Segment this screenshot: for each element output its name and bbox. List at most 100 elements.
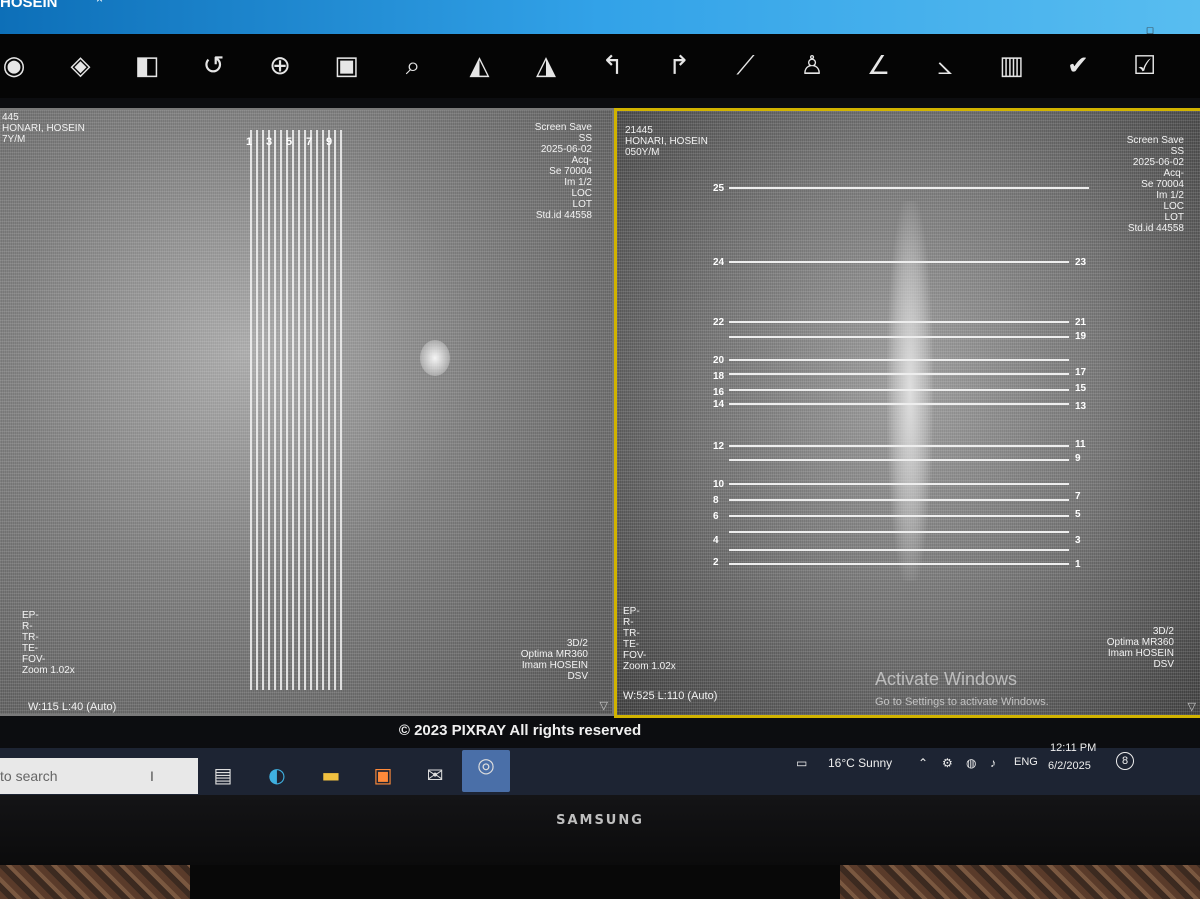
left-viewport[interactable]: 13579 445 HONARI, HOSEIN 7Y/M Screen Save S… <box>0 108 614 716</box>
layers-icon[interactable]: ◈ <box>61 46 101 86</box>
slice-number: 13 <box>1075 401 1087 412</box>
overlay-line: R- <box>22 621 33 632</box>
overlay-line: TR- <box>623 628 640 639</box>
slice-line <box>729 261 1069 263</box>
overlay-line: LOC <box>571 188 592 199</box>
cobb-angle-icon[interactable]: ⦣ <box>925 46 965 86</box>
slice-line <box>256 130 258 690</box>
slice-line <box>729 336 1069 338</box>
task-view-icon[interactable]: ▤ <box>208 760 238 790</box>
notification-badge[interactable]: 8 <box>1116 752 1134 770</box>
overlay-line: Std.id 44558 <box>535 210 592 221</box>
slice-number: 7 <box>1075 491 1081 502</box>
overlay-line: 7Y/M <box>2 134 26 145</box>
scroll-down-icon[interactable]: ▽ <box>600 699 608 712</box>
weather-icon[interactable]: ▭ <box>796 756 807 770</box>
overlay-line: Im 1/2 <box>1156 190 1184 201</box>
monitor-screen: HOSEIN × ☐ ◉◈◧↺⊕▣⌕◭◮↰↱⟋♙∠⦣▥✔☑ 13579 445H… <box>0 0 1200 800</box>
slice-number: 12 <box>713 441 725 452</box>
overlay-line: Se 70004 <box>549 166 592 177</box>
slice-line <box>310 130 312 690</box>
rotate-left-icon[interactable]: ↰ <box>593 46 633 86</box>
overlay-line: 445 <box>2 112 19 123</box>
flip-horizontal-icon[interactable]: ◭ <box>460 46 500 86</box>
slice-line <box>292 130 294 690</box>
rotate-icon[interactable]: ↺ <box>194 46 234 86</box>
fit-icon[interactable]: ▣ <box>327 46 367 86</box>
scroll-down-icon[interactable]: ▽ <box>1188 700 1196 713</box>
overlay-line: Screen Save <box>534 122 592 133</box>
flip-vertical-icon[interactable]: ◮ <box>526 46 566 86</box>
clock-date[interactable]: 6/2/2025 <box>1048 760 1091 772</box>
ruler-icon[interactable]: ⟋ <box>726 46 766 86</box>
slice-line <box>729 321 1069 323</box>
overlay-line: Optima MR360 <box>520 649 588 660</box>
overlay-line: TE- <box>623 639 640 650</box>
overlay-line: Acq- <box>571 155 592 166</box>
weather-text[interactable]: 16°C Sunny <box>828 756 892 770</box>
slice-number: 7 <box>306 136 313 148</box>
tray-chevron-icon[interactable]: ⌃ <box>918 756 928 770</box>
slice-number: 3 <box>266 136 273 148</box>
slice-number: 9 <box>326 136 333 148</box>
pixray-app-icon[interactable]: ◎ <box>462 750 510 792</box>
overlay-line: 3D/2 <box>1152 626 1174 637</box>
overlay-line: Im 1/2 <box>564 177 592 188</box>
rotate-right-icon[interactable]: ↱ <box>659 46 699 86</box>
angle-icon[interactable]: ∠ <box>859 46 899 86</box>
file-explorer-icon[interactable]: ▬ <box>316 760 346 790</box>
clock-time[interactable]: 12:11 PM <box>1050 742 1096 754</box>
edge-browser-icon[interactable]: ◐ <box>262 760 292 790</box>
magnify-icon[interactable]: ⌕ <box>393 46 433 86</box>
slice-number: 22 <box>713 317 725 328</box>
tray-apps-icon[interactable]: ⚙ <box>942 756 953 770</box>
spine-image <box>887 201 933 581</box>
slice-line <box>298 130 300 690</box>
slice-number: 9 <box>1075 453 1081 464</box>
slice-line <box>729 459 1069 461</box>
slice-line <box>729 187 1089 189</box>
overlay-line: SS <box>578 133 592 144</box>
right-study-info: Screen Save SS 2025-06-02 Acq- Se 70004 Im 1/… <box>1127 135 1184 234</box>
overlay-line: FOV- <box>22 654 46 665</box>
overlay-line: TE- <box>22 643 39 654</box>
volume-icon[interactable]: ♪ <box>990 756 996 770</box>
close-tab-icon[interactable]: × <box>96 0 103 6</box>
checkbox-icon[interactable]: ☑ <box>1125 46 1165 86</box>
overlay-line: Imam HOSEIN <box>521 660 588 671</box>
overlay-line: LOT <box>1164 212 1184 223</box>
slice-number: 11 <box>1075 439 1086 450</box>
slice-line <box>729 483 1069 485</box>
overlay-line: LOT <box>572 199 592 210</box>
slice-line <box>250 130 252 690</box>
language-indicator[interactable]: ENG <box>1014 756 1038 768</box>
activation-watermark-subtitle: Go to Settings to activate Windows. <box>875 696 1049 708</box>
store-icon[interactable]: ▣ <box>368 760 398 790</box>
left-device-info: 3D/2 Optima MR360 Imam HOSEIN DSV <box>521 638 588 682</box>
check-circle-icon[interactable]: ✔ <box>1058 46 1098 86</box>
overlay-line: Imam HOSEIN <box>1107 648 1174 659</box>
zoom-icon[interactable]: ⊕ <box>260 46 300 86</box>
overlay-line: Optima MR360 <box>1106 637 1174 648</box>
overlay-line: EP- <box>623 606 640 617</box>
right-patient-info: 21445 HONARI, HOSEIN 050Y/M <box>625 125 708 158</box>
right-viewport[interactable]: 25 24 22 20 18 16 14 12 10 8 6 4 2 23 21 19 17 15 13 11 9 7 5 3… <box>614 108 1200 718</box>
slice-line <box>274 130 276 690</box>
overlay-line: Zoom 1.02x <box>22 665 75 676</box>
right-device-info: 3D/2 Optima MR360 Imam HOSEIN DSV <box>1107 626 1174 670</box>
person-icon[interactable]: ♙ <box>792 46 832 86</box>
overlay-line: Zoom 1.02x <box>623 661 676 672</box>
overlay-line: HONARI, HOSEIN <box>2 123 85 134</box>
mail-icon[interactable]: ✉ <box>420 760 450 790</box>
overlay-line: 21445 <box>625 125 653 136</box>
network-icon[interactable]: ◍ <box>966 756 976 770</box>
slice-number: 14 <box>713 399 725 410</box>
invert-icon[interactable]: ◧ <box>127 46 167 86</box>
search-box[interactable]: to search I <box>0 758 198 794</box>
window-level-icon[interactable]: ◉ <box>0 46 34 86</box>
overlay-line: TR- <box>22 632 39 643</box>
slice-line <box>262 130 264 690</box>
activation-watermark-title: Activate Windows <box>875 669 1018 689</box>
spine-label-icon[interactable]: ▥ <box>992 46 1032 86</box>
left-acquisition-info: EP- R- TR- TE- FOV- Zoom 1.02x <box>22 610 75 676</box>
